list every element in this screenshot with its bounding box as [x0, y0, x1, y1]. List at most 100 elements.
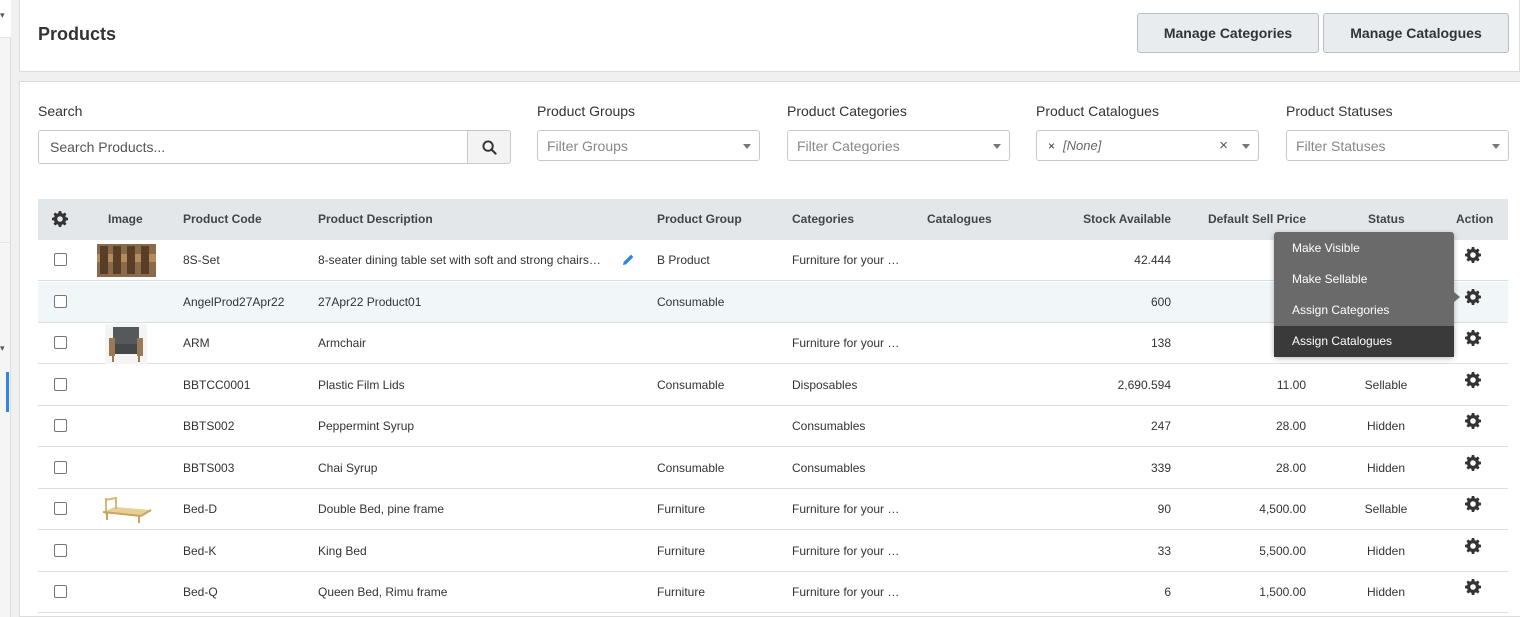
- cell-default-sell-price: 28.00: [1275, 460, 1306, 475]
- product-categories-placeholder: Filter Categories: [797, 137, 900, 154]
- cell-product-description: 8-seater dining table set with soft and …: [318, 253, 601, 267]
- gear-icon[interactable]: [1465, 413, 1481, 434]
- table-row[interactable]: Bed-K King Bed Furniture Furniture for your…: [38, 531, 1508, 572]
- cell-product-group: Furniture: [657, 585, 706, 599]
- row-checkbox[interactable]: [54, 253, 67, 266]
- gear-icon[interactable]: [1465, 288, 1481, 310]
- product-groups-placeholder: Filter Groups: [547, 137, 628, 154]
- cell-product-group: Consumable: [657, 377, 725, 392]
- cell-product-description: Armchair: [318, 336, 367, 350]
- cell-categories: Furniture for your …: [792, 253, 900, 267]
- menu-item-assign-categories[interactable]: Assign Categories: [1274, 295, 1454, 326]
- cell-categories: Furniture for your …: [792, 336, 900, 350]
- menu-item-make-sellable[interactable]: Make Sellable: [1274, 264, 1454, 295]
- column-header-stock-available[interactable]: Stock Available: [1038, 212, 1171, 226]
- product-catalogues-label: Product Catalogues: [1036, 103, 1159, 119]
- manage-categories-button[interactable]: Manage Categories: [1137, 13, 1319, 53]
- column-header-action: Action: [1456, 212, 1494, 226]
- table-row[interactable]: Bed-Q Queen Bed, Rimu frame Furniture Furni…: [38, 572, 1508, 613]
- cell-product-description: King Bed: [318, 543, 367, 558]
- column-header-image: Image: [108, 212, 143, 226]
- search-label: Search: [38, 103, 83, 119]
- product-categories-select[interactable]: Filter Categories: [787, 130, 1010, 161]
- row-checkbox[interactable]: [54, 543, 67, 557]
- menu-item-make-visible[interactable]: Make Visible: [1274, 233, 1454, 264]
- product-catalogues-select[interactable]: × [None] ×: [1036, 130, 1259, 161]
- cell-product-group: B Product: [657, 253, 710, 267]
- cell-status: Hidden: [1366, 419, 1406, 433]
- cell-product-code: Bed-D: [183, 502, 218, 516]
- cell-product-code: Bed-Q: [183, 585, 218, 599]
- row-checkbox[interactable]: [54, 377, 67, 391]
- product-groups-select[interactable]: Filter Groups: [537, 130, 760, 161]
- cell-default-sell-price: 11.00: [1276, 377, 1306, 392]
- cell-stock-available: 90: [1157, 502, 1171, 516]
- pencil-icon[interactable]: [622, 253, 635, 266]
- cell-product-code: BBTS002: [183, 419, 235, 433]
- cell-product-group: Furniture: [657, 543, 706, 558]
- cell-categories: Furniture for your …: [792, 502, 900, 516]
- column-header-product-code[interactable]: Product Code: [183, 212, 262, 226]
- page-header: Products Manage Categories Manage Catalo…: [19, 0, 1520, 72]
- column-header-categories[interactable]: Categories: [792, 212, 854, 226]
- cell-stock-available: 138: [1150, 336, 1171, 350]
- cell-categories: Furniture for your …: [792, 585, 900, 599]
- cell-product-group: Consumable: [657, 294, 725, 309]
- gear-icon[interactable]: [1465, 247, 1481, 268]
- cell-categories: Furniture for your …: [792, 543, 900, 558]
- row-checkbox[interactable]: [54, 419, 67, 432]
- cell-status: Hidden: [1366, 543, 1406, 558]
- gear-icon[interactable]: [1465, 454, 1481, 476]
- row-checkbox[interactable]: [54, 585, 67, 598]
- chevron-down-icon[interactable]: ▾: [0, 10, 5, 21]
- column-header-status[interactable]: Status: [1368, 212, 1405, 226]
- search-button[interactable]: [467, 130, 511, 164]
- gear-icon[interactable]: [1465, 330, 1481, 351]
- search-input[interactable]: [38, 130, 467, 164]
- chevron-down-icon[interactable]: ▾: [0, 343, 5, 354]
- cell-product-group: Consumable: [657, 460, 725, 475]
- product-thumbnail: [101, 494, 153, 531]
- gear-icon[interactable]: [52, 211, 68, 227]
- left-nav-strip: ▾ ▾: [0, 0, 11, 617]
- manage-catalogues-button[interactable]: Manage Catalogues: [1323, 13, 1509, 53]
- cell-default-sell-price: 5,500.00: [1259, 543, 1306, 558]
- gear-icon[interactable]: [1465, 496, 1481, 517]
- table-row[interactable]: Bed-D Double Bed, pine frame Furniture Furn…: [38, 489, 1508, 530]
- table-row[interactable]: BBTS002 Peppermint Syrup Consumables 247 28.…: [38, 406, 1508, 447]
- cell-status: Hidden: [1366, 460, 1406, 475]
- row-checkbox[interactable]: [54, 294, 67, 308]
- remove-tag-icon[interactable]: ×: [1048, 139, 1055, 153]
- cell-product-code: BBTCC0001: [183, 377, 251, 392]
- row-checkbox[interactable]: [54, 502, 67, 515]
- product-groups-label: Product Groups: [537, 103, 636, 119]
- cell-default-sell-price: 28.00: [1275, 419, 1306, 433]
- cell-stock-available: 2,690.594: [1117, 377, 1171, 392]
- cell-product-code: AngelProd27Apr22: [183, 294, 285, 309]
- column-header-default-sell-price[interactable]: Default Sell Price: [1188, 212, 1306, 226]
- cell-product-code: 8S-Set: [183, 253, 220, 267]
- cell-stock-available: 339: [1150, 460, 1171, 475]
- cell-product-description: Queen Bed, Rimu frame: [318, 585, 448, 599]
- table-row[interactable]: BBTS003 Chai Syrup Consumable Consumables 33…: [38, 448, 1508, 489]
- menu-item-assign-catalogues[interactable]: Assign Catalogues: [1274, 326, 1454, 357]
- action-menu: Make Visible Make Sellable Assign Catego…: [1274, 232, 1454, 357]
- gear-icon[interactable]: [1465, 371, 1481, 393]
- column-header-catalogues[interactable]: Catalogues: [927, 212, 992, 226]
- column-header-product-group[interactable]: Product Group: [657, 212, 742, 226]
- cell-stock-available: 600: [1150, 294, 1171, 309]
- gear-icon[interactable]: [1465, 537, 1481, 559]
- column-header-product-description[interactable]: Product Description: [318, 212, 433, 226]
- cell-product-group: Furniture: [657, 502, 706, 516]
- clear-selection-icon[interactable]: ×: [1219, 137, 1228, 154]
- cell-product-description: Peppermint Syrup: [318, 419, 415, 433]
- row-checkbox[interactable]: [54, 460, 67, 474]
- row-checkbox[interactable]: [54, 336, 67, 349]
- product-statuses-select[interactable]: Filter Statuses: [1286, 130, 1509, 161]
- table-row[interactable]: BBTCC0001 Plastic Film Lids Consumable Disp…: [38, 365, 1508, 406]
- left-nav-active-indicator: [6, 372, 9, 412]
- cell-stock-available: 42.444: [1134, 253, 1171, 267]
- dropdown-caret-icon: [993, 144, 1001, 149]
- cell-product-description: Plastic Film Lids: [318, 377, 405, 392]
- gear-icon[interactable]: [1465, 579, 1481, 600]
